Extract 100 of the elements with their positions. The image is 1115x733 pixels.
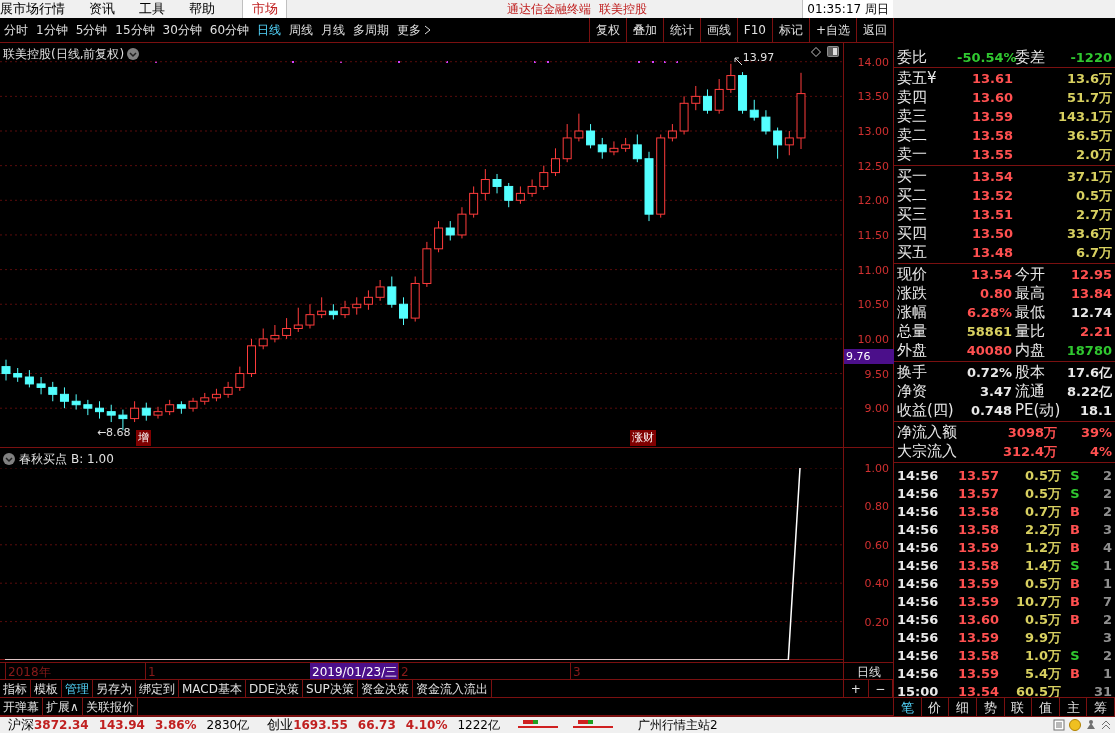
quote-value: 13.54 <box>969 265 1012 284</box>
menu-item[interactable]: 帮助 <box>177 0 227 19</box>
indicator-tab[interactable]: 模板 <box>31 680 62 697</box>
document-icon[interactable] <box>1053 719 1065 731</box>
indicator-tab[interactable]: 资金决策 <box>357 680 413 697</box>
indicator-tab[interactable]: 资金流入流出 <box>412 680 492 697</box>
tick-volume: 1.2万 <box>1023 539 1061 558</box>
server-name[interactable]: 广州行情主站2 <box>637 716 718 733</box>
tick-price: 13.59 <box>956 539 999 558</box>
feature-tab[interactable]: 开弹幕 <box>0 698 43 715</box>
quote-value: 12.74 <box>1069 303 1112 322</box>
indicator-tab[interactable]: 管理 <box>62 680 93 697</box>
quote-label: 内盘 <box>1014 340 1046 362</box>
tick-count: 4 <box>1101 539 1112 558</box>
chevron-down-icon[interactable] <box>127 48 140 60</box>
candlestick <box>609 140 619 156</box>
index-name[interactable]: 沪深 <box>8 715 34 733</box>
panel-toggle-icon[interactable] <box>827 46 839 57</box>
indicator-tab[interactable]: 另存为 <box>93 680 136 697</box>
indicator-tab[interactable]: MACD基本 <box>179 680 246 697</box>
candlestick <box>317 296 327 319</box>
feature-tab[interactable]: 关联报价 <box>82 698 138 715</box>
tick-volume: 5.4万 <box>1023 665 1061 684</box>
period-tab[interactable]: 15分钟 <box>111 21 159 39</box>
zoom-button[interactable]: − <box>868 680 893 697</box>
toolbar-button[interactable]: +自选 <box>808 18 856 42</box>
tick-time: 14:56 <box>897 539 940 558</box>
flow-value: 3098万 <box>1006 423 1057 442</box>
tick-count: 7 <box>1101 593 1112 612</box>
tick-count: 2 <box>1101 503 1112 522</box>
diamond-icon[interactable] <box>811 46 821 57</box>
quote-value: 40080 <box>965 341 1012 360</box>
toolbar-button[interactable]: 统计 <box>662 18 700 42</box>
chevron-down-icon[interactable] <box>3 453 15 465</box>
tick-volume: 10.7万 <box>1014 593 1061 612</box>
tick-count: 31 <box>1092 683 1112 697</box>
candlestick <box>714 78 724 115</box>
quote-label: 外盘 <box>897 340 928 362</box>
period-tab[interactable]: 1分钟 <box>32 21 72 39</box>
quote-label: 委比 <box>897 47 928 69</box>
coin-icon[interactable] <box>1069 719 1081 731</box>
period-tab[interactable]: 周线 <box>285 21 318 39</box>
tick-price: 13.59 <box>956 593 999 612</box>
toolbar-button[interactable]: 叠加 <box>625 18 663 42</box>
toolbar-button[interactable]: 画线 <box>699 18 737 42</box>
order-price: 13.51 <box>970 205 1013 224</box>
index-change: 143.94 <box>98 717 145 733</box>
index-name[interactable]: 创业 <box>267 715 294 733</box>
zoom-button[interactable]: + <box>844 680 869 697</box>
candlestick <box>153 406 163 420</box>
toolbar-button[interactable]: 复权 <box>588 18 626 42</box>
price-axis-label: 13.00 <box>857 124 889 140</box>
date-axis-label: 2 <box>398 663 411 679</box>
index-value: 1693.55 <box>293 717 348 733</box>
market-tab[interactable]: 市场 <box>242 0 287 18</box>
double-up-arrow-icon[interactable] <box>1101 719 1111 731</box>
feature-tab[interactable]: 扩展∧ <box>43 698 83 715</box>
event-tag[interactable]: 涨财 <box>630 429 656 446</box>
indicator-tab[interactable]: DDE决策 <box>246 680 304 697</box>
candlestick <box>597 137 607 160</box>
order-level-label: 买一 <box>897 166 928 188</box>
period-tab[interactable]: 多周期 <box>349 21 394 39</box>
period-tab[interactable]: 30分钟 <box>158 21 206 39</box>
toolbar-button[interactable]: 标记 <box>771 18 809 42</box>
period-tab[interactable]: 5分钟 <box>71 21 112 39</box>
quote-value: 2.21 <box>1078 322 1112 341</box>
candlestick <box>574 113 584 142</box>
toolbar-button[interactable]: 返回 <box>856 18 893 42</box>
order-price: 13.48 <box>970 243 1013 262</box>
pointer-arrow-icon <box>733 57 743 67</box>
period-tab[interactable]: 月线 <box>317 21 350 39</box>
indicator-tab[interactable]: SUP决策 <box>303 680 358 697</box>
tick-time: 14:56 <box>897 665 940 684</box>
tick-side: B <box>1070 665 1080 684</box>
period-tab[interactable]: 更多 <box>393 21 436 39</box>
quote-value: 58861 <box>965 322 1012 341</box>
indicator-tab[interactable]: 绑定到 <box>136 680 179 697</box>
event-tag[interactable]: 增 <box>136 429 151 446</box>
flow-percent: 4% <box>1088 442 1112 461</box>
quote-value: 8.22亿 <box>1065 382 1112 401</box>
candlestick <box>457 206 467 239</box>
period-tab[interactable]: 日线 <box>253 21 286 39</box>
toolbar-button[interactable]: F10 <box>736 18 772 42</box>
menu-item[interactable]: 资讯 <box>77 0 127 19</box>
order-level-label: 买四 <box>897 223 928 245</box>
low-price-label: ←8.68 <box>96 425 131 442</box>
index-percent: 3.86% <box>154 717 197 733</box>
tick-side: B <box>1070 611 1080 630</box>
tick-time: 14:56 <box>897 521 940 540</box>
quote-label: 量比 <box>1014 321 1046 342</box>
candlestick <box>469 185 479 219</box>
menu-item[interactable]: 展市场行情 <box>0 0 77 19</box>
menu-item[interactable]: 工具 <box>127 0 177 19</box>
tick-count: 2 <box>1101 467 1112 486</box>
tick-volume: 1.0万 <box>1023 647 1061 666</box>
period-tab[interactable]: 分时 <box>0 21 32 39</box>
period-tab[interactable]: 60分钟 <box>205 21 254 39</box>
indicator-tab[interactable]: 指标 <box>0 680 31 697</box>
quote-label: 现价 <box>897 264 928 285</box>
price-axis-label: 9.00 <box>864 401 889 418</box>
